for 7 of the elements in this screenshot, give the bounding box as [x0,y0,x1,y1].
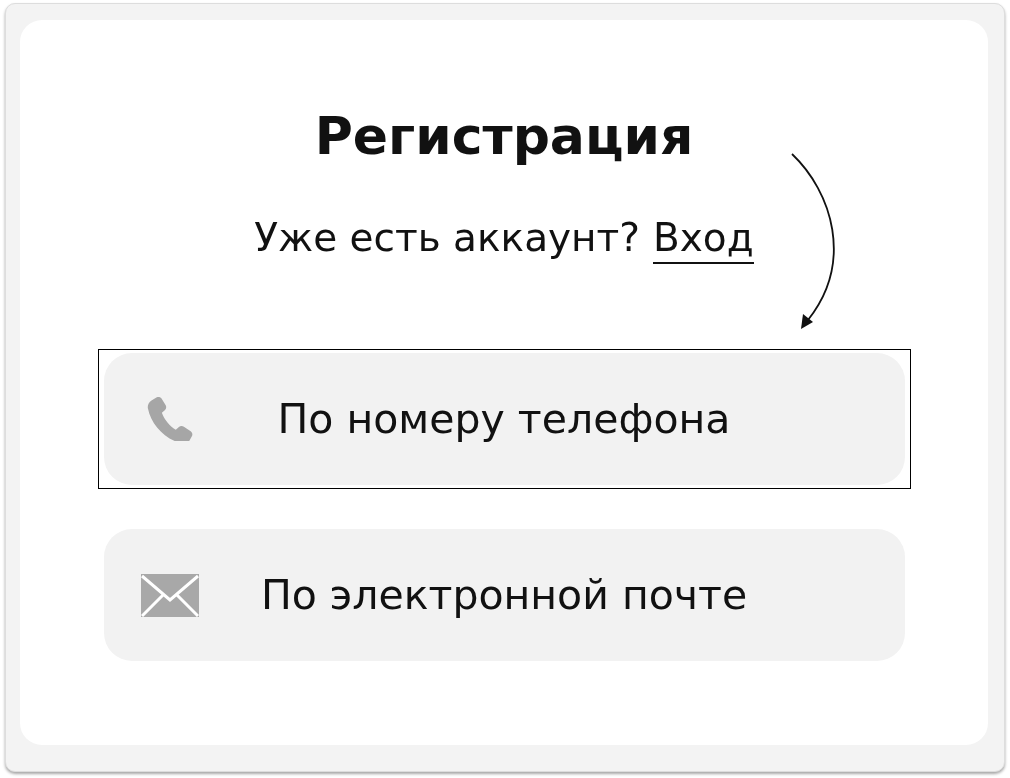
option-button[interactable]: По номеру телефона [103,353,905,485]
envelope-icon [140,573,199,617]
login-link[interactable]: Вход [653,214,754,264]
phone-icon [146,397,193,441]
page-title: Регистрация [314,106,694,166]
login-prompt-text: Уже есть аккаунт? [254,214,641,262]
option-button[interactable]: По электронной почте [103,529,905,661]
